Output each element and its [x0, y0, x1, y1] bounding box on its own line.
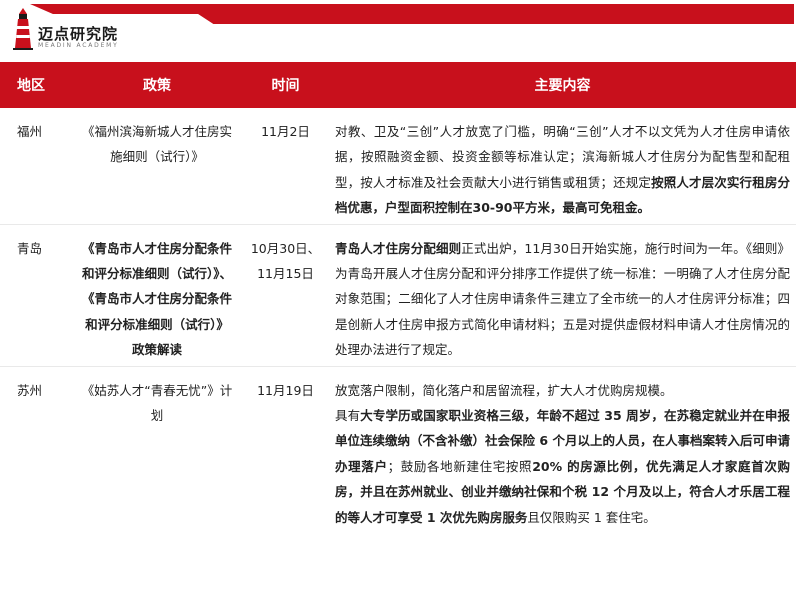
page-header: 迈点研究院 MEADIN ACADEMY — [0, 0, 800, 62]
header-content: 主要内容 — [329, 62, 796, 108]
time-value: 11月15日 — [257, 266, 314, 282]
brand-logo: 迈点研究院 MEADIN ACADEMY — [12, 8, 119, 50]
policy-cell: 《青岛市人才住房分配条件和评分标准细则（试行）》、《青岛市人才住房分配条件和评分… — [72, 224, 242, 367]
header-time: 时间 — [242, 62, 329, 108]
policy-table: 地区 政策 时间 主要内容 福州 《福州滨海新城人才住房实施细则（试行）》 11… — [0, 62, 796, 533]
header-policy: 政策 — [72, 62, 242, 108]
table-row: 青岛 《青岛市人才住房分配条件和评分标准细则（试行）》、《青岛市人才住房分配条件… — [0, 224, 796, 367]
table-row: 福州 《福州滨海新城人才住房实施细则（试行）》 11月2日 对教、卫及“三创”人… — [0, 108, 796, 225]
content-text: 具有 — [335, 408, 361, 424]
content-cell: 青岛人才住房分配细则正式出炉，11月30日开始实施，施行时间为一年。《细则》为青… — [329, 224, 796, 367]
content-line: 放宽落户限制，简化落户和居留流程，扩大人才优购房规模。 — [335, 382, 673, 398]
content-cell: 对教、卫及“三创”人才放宽了门槛，明确“三创”人才不以文凭为人才住房申请依据，按… — [329, 108, 796, 225]
region-cell: 福州 — [0, 108, 72, 225]
content-text: 且仅限购买 1 套住宅。 — [527, 509, 656, 525]
content-cell: 放宽落户限制，简化落户和居留流程，扩大人才优购房规模。 具有大专学历或国家职业资格… — [329, 366, 796, 533]
content-highlight: 青岛人才住房分配细则 — [335, 240, 462, 256]
region-cell: 苏州 — [17, 382, 43, 398]
policy-cell: 《福州滨海新城人才住房实施细则（试行）》 — [72, 108, 242, 225]
table-header-row: 地区 政策 时间 主要内容 — [0, 62, 796, 108]
content-text: 正式出炉，11月30日开始实施，施行时间为一年。《细则》为青岛开展人才住房分配和… — [335, 240, 790, 358]
table-row: 苏州 《姑苏人才“青春无忧”》计划 11月19日 放宽落户限制，简化落户和居留流… — [0, 366, 796, 533]
time-value: 10月30日、 — [250, 240, 321, 256]
time-cell: 11月2日 — [242, 108, 329, 225]
time-cell: 11月19日 — [242, 366, 329, 533]
region-cell: 青岛 — [0, 224, 72, 367]
content-text: ；鼓励各地新建住宅按照 — [387, 458, 533, 474]
time-value: 11月19日 — [257, 382, 314, 398]
brand-name: 迈点研究院 — [38, 25, 119, 43]
time-cell: 10月30日、 11月15日 — [242, 224, 329, 367]
time-value: 11月2日 — [261, 124, 310, 139]
brand-subtitle: MEADIN ACADEMY — [38, 42, 119, 49]
policy-cell: 《姑苏人才“青春无忧”》计划 — [81, 382, 233, 424]
header-red-stripe — [30, 4, 794, 24]
lighthouse-icon — [13, 8, 33, 50]
header-region: 地区 — [0, 62, 72, 108]
